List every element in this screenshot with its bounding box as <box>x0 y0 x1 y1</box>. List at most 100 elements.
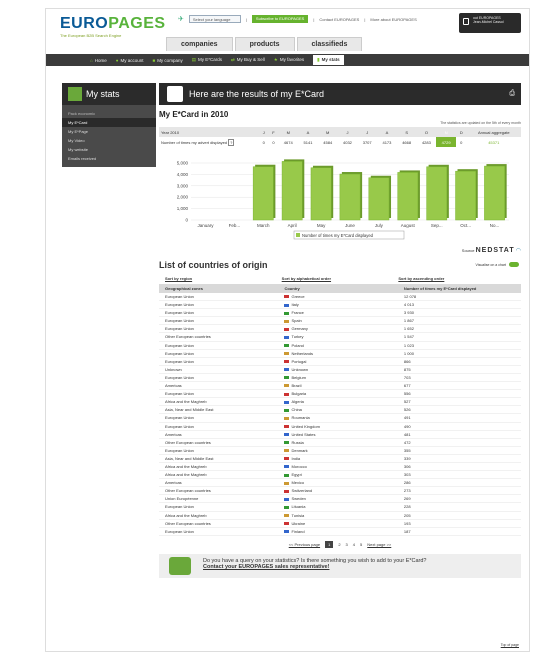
sidebar-item-epage[interactable]: My E*Page <box>62 127 156 136</box>
table-row: Americas United States 481 <box>159 430 521 439</box>
sort-ascending[interactable]: Sort by ascending order <box>398 276 515 281</box>
zone-cell: European Union <box>159 349 279 358</box>
page-3[interactable]: 3 <box>346 542 348 547</box>
country-cell: Algeria <box>278 397 398 407</box>
nav-buy-sell[interactable]: ⇄ My Buy & Sell <box>231 57 265 63</box>
country-cell: Bulgaria <box>278 389 398 399</box>
sort-by-region[interactable]: Sort by region <box>165 276 282 281</box>
top-of-page-link[interactable]: Top of page <box>501 643 519 647</box>
zone-cell: European Union <box>159 324 279 334</box>
table-row: Africa and the Maghreb Algeria 527 <box>159 397 521 407</box>
more-link[interactable]: More about EUROPAGES <box>370 17 416 22</box>
bar[interactable] <box>339 173 361 221</box>
col-country: Country <box>278 284 398 293</box>
bar[interactable] <box>310 167 332 221</box>
visualise-toggle[interactable]: Visualise on a chart <box>476 262 519 267</box>
bar[interactable] <box>252 166 274 221</box>
page-1[interactable]: 1 <box>325 540 334 548</box>
sidebar: My stats Pack economic My E*Card My E*Pa… <box>62 83 156 167</box>
count-cell: 187 <box>397 527 521 536</box>
zone-cell: Africa and the Maghreb <box>159 470 279 480</box>
country-cell: Sweden <box>278 494 398 504</box>
help-icon[interactable]: ? <box>228 138 235 146</box>
europages-logo[interactable]: EUROPAGES <box>60 15 166 33</box>
prev-page-link[interactable]: << Previous page <box>289 542 320 547</box>
bar[interactable] <box>397 172 419 221</box>
pagination: << Previous page 1 2 3 4 5 Next page >> <box>159 540 521 548</box>
sidebar-item-emails[interactable]: Emails received <box>62 154 156 163</box>
bar[interactable] <box>368 177 390 221</box>
flag-icon <box>284 392 290 396</box>
nav-home[interactable]: ⌂ Home <box>90 58 107 63</box>
flag-icon <box>284 295 290 299</box>
table-row: Union Européenne Sweden 269 <box>159 494 521 504</box>
bar[interactable] <box>426 166 448 221</box>
tab-companies[interactable]: companies <box>166 37 233 51</box>
country-cell: Morocco <box>278 462 398 472</box>
tab-products[interactable]: products <box>234 37 295 51</box>
contact-rep-link[interactable]: Contact your EUROPAGES sales representat… <box>203 564 521 570</box>
printer-icon[interactable]: ⎙ <box>509 90 515 98</box>
next-page-link[interactable]: Next page >> <box>367 542 391 547</box>
flag-icon <box>284 457 290 461</box>
page: EUROPAGES The European B2B Search Engine… <box>45 8 530 652</box>
nav-ecards[interactable]: ▤ My E*Cards <box>192 57 222 63</box>
table-row: Unknown Unknown 875 <box>159 365 521 374</box>
table-row: European Union Belgium 703 <box>159 373 521 383</box>
count-cell: 3 930 <box>397 308 521 318</box>
stats-icon <box>68 87 82 101</box>
contact-link[interactable]: Contact EUROPAGES <box>319 17 359 22</box>
flag-icon <box>284 481 290 485</box>
language-select[interactable]: Select your language <box>188 15 241 23</box>
country-cell: Ukraine <box>278 519 398 528</box>
page-4[interactable]: 4 <box>353 542 355 547</box>
flag-icon <box>284 360 290 364</box>
nav-stats[interactable]: ▮ My stats <box>313 55 344 65</box>
nav-favorites[interactable]: ★ My favorites <box>274 57 304 63</box>
bar[interactable] <box>455 170 477 221</box>
bar[interactable] <box>484 165 505 221</box>
sidebar-item-video[interactable]: My Video <box>62 136 156 145</box>
page-2[interactable]: 2 <box>338 542 340 547</box>
zone-cell: European Union <box>159 373 279 383</box>
count-cell: 1 023 <box>397 341 521 350</box>
country-cell: Brazil <box>278 381 398 391</box>
sidebar-item-website[interactable]: My website <box>62 145 156 154</box>
zone-cell: European Union <box>159 527 279 536</box>
count-cell: 472 <box>397 438 521 447</box>
logout-box[interactable]: out EUROPAGES Jean-Michel Cassol <box>459 13 521 33</box>
legend-label: Number of times my E*Card displayed <box>302 233 374 238</box>
page-5[interactable]: 5 <box>360 542 362 547</box>
flag-icon <box>284 400 290 404</box>
count-cell: 866 <box>397 357 521 366</box>
company-icon: ■ <box>152 57 156 63</box>
table-row: European Union Denmark 355 <box>159 446 521 455</box>
flag-icon <box>284 424 290 428</box>
zone-cell: Asia, Near and Middle East <box>159 405 279 415</box>
table-row: European Union Lituania 228 <box>159 502 521 512</box>
country-cell: France <box>278 308 398 318</box>
flag-icon <box>284 376 290 380</box>
source-line: Source NEDSTAT ◠ <box>461 247 521 254</box>
tab-classifieds[interactable]: classifieds <box>296 37 363 51</box>
count-cell: 306 <box>397 462 521 472</box>
countries-table: Geographical zones Country Number of tim… <box>159 284 521 536</box>
zone-cell: Americas <box>159 430 279 439</box>
sidebar-item-ecard[interactable]: My E*Card <box>62 118 156 127</box>
sidebar-group[interactable]: Pack economic <box>62 109 156 118</box>
bar[interactable] <box>281 161 303 221</box>
zone-cell: European Union <box>159 502 279 512</box>
flag-icon <box>284 449 290 453</box>
sort-alphabetical[interactable]: Sort by alphabetical order <box>282 276 399 281</box>
flag-icon <box>284 465 290 469</box>
zone-cell: Other European countries <box>159 438 279 447</box>
x-tick-label: No... <box>490 223 500 228</box>
country-cell: India <box>278 454 398 463</box>
subscribe-button[interactable]: Subscribe to EUROPAGES <box>251 15 309 23</box>
count-cell: 481 <box>397 430 521 439</box>
sidebar-menu: Pack economic My E*Card My E*Page My Vid… <box>62 105 156 167</box>
nav-company[interactable]: ■ My company <box>152 58 182 63</box>
nav-account[interactable]: ● My account <box>116 58 144 63</box>
table-row: Asia, Near and Middle East China 526 <box>159 405 521 415</box>
zone-cell: Asia, Near and Middle East <box>159 454 279 463</box>
